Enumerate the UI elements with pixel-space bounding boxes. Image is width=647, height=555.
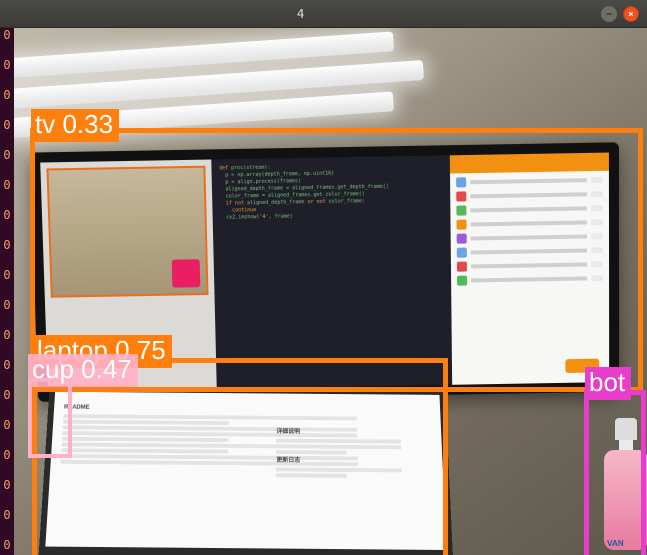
detection-label-cup: cup 0.47 — [28, 354, 138, 387]
terminal-output-line: 0 — [0, 50, 14, 80]
terminal-output-line: 0 — [0, 530, 14, 555]
terminal-output-line: 0 — [0, 140, 14, 170]
terminal-output-line: 0 — [0, 80, 14, 110]
terminal-output-line: 0 — [0, 500, 14, 530]
detection-box-laptop: laptop 0.75 — [32, 358, 448, 555]
terminal-output-line: 0 — [0, 170, 14, 200]
detection-label-tv: tv 0.33 — [31, 109, 119, 142]
terminal-output-line: 0 — [0, 260, 14, 290]
terminal-output-line: 0 — [0, 470, 14, 500]
minimize-button[interactable]: – — [601, 6, 617, 22]
window-titlebar: 4 – × — [0, 0, 647, 28]
terminal-output-line: 0 — [0, 230, 14, 260]
detection-box-bottle: bot — [584, 390, 646, 555]
close-button[interactable]: × — [623, 6, 639, 22]
terminal-output-line: 0 — [0, 380, 14, 410]
terminal-left-strip: 000000000000000000 — [0, 20, 14, 555]
window-buttons: – × — [601, 6, 647, 22]
terminal-output-line: 0 — [0, 410, 14, 440]
terminal-output-line: 0 — [0, 110, 14, 140]
terminal-output-line: 0 — [0, 440, 14, 470]
terminal-output-line: 0 — [0, 350, 14, 380]
image-canvas: def proc(stream): p = np.array(depth_fra… — [14, 28, 647, 555]
terminal-output-line: 0 — [0, 320, 14, 350]
window-title: 4 — [0, 7, 601, 21]
detection-label-bottle: bot — [585, 367, 631, 400]
terminal-output-line: 0 — [0, 200, 14, 230]
terminal-output-line: 0 — [0, 290, 14, 320]
detection-box-cup: cup 0.47 — [28, 378, 72, 458]
